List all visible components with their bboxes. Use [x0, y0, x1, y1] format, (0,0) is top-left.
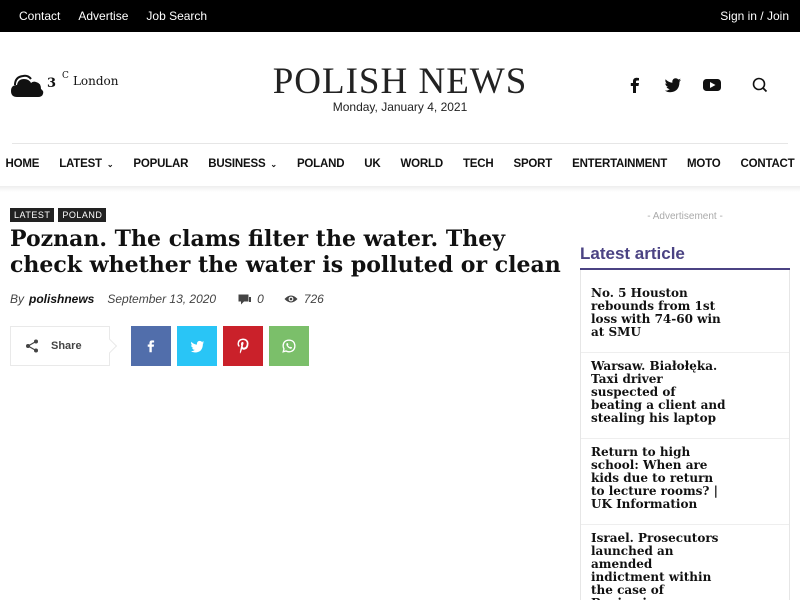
nav-entertainment[interactable]: ENTERTAINMENT: [562, 158, 677, 170]
twitter-share-button[interactable]: [177, 326, 217, 366]
nav-sport[interactable]: SPORT: [503, 158, 562, 170]
article-tags: LATEST POLAND: [10, 208, 107, 222]
nav-tech[interactable]: TECH: [453, 158, 504, 170]
article-date: September 13, 2020: [107, 292, 217, 306]
twitter-icon[interactable]: [664, 76, 682, 94]
sign-in-link[interactable]: Sign in / Join: [720, 9, 789, 23]
social-icons: [626, 76, 774, 94]
whatsapp-icon: [282, 339, 296, 353]
view-count: 726: [303, 292, 324, 306]
divider: [581, 438, 789, 439]
youtube-icon[interactable]: [702, 76, 722, 94]
nav-latest[interactable]: LATEST ⌄: [49, 158, 123, 170]
divider: [581, 524, 789, 525]
eye-icon: [284, 295, 298, 303]
tag-poland[interactable]: POLAND: [58, 208, 107, 222]
share-label: Share: [51, 340, 82, 352]
advertisement-label: - Advertisement -: [647, 211, 723, 222]
facebook-icon[interactable]: [626, 76, 644, 94]
top-links: Contact Advertise Job Search: [19, 9, 207, 23]
comment-icon[interactable]: [238, 294, 252, 305]
by-label: By: [10, 292, 25, 306]
latest-article-item[interactable]: Israel. Prosecutors launched an amended …: [591, 532, 726, 600]
author-link[interactable]: polishnews: [29, 292, 94, 306]
nav-moto[interactable]: MOTO: [677, 158, 731, 170]
contact-link[interactable]: Contact: [19, 9, 60, 23]
pinterest-share-button[interactable]: [223, 326, 263, 366]
advertise-link[interactable]: Advertise: [78, 9, 128, 23]
nav-poland[interactable]: POLAND: [287, 158, 354, 170]
chevron-down-icon: ⌄: [270, 159, 277, 169]
article-meta: By polishnews September 13, 2020 0 726: [10, 292, 324, 306]
divider: [581, 352, 789, 353]
nav-uk[interactable]: UK: [354, 158, 390, 170]
whatsapp-share-button[interactable]: [269, 326, 309, 366]
nav-business[interactable]: BUSINESS ⌄: [198, 158, 287, 170]
latest-article-heading: Latest article: [580, 244, 685, 263]
nav-popular[interactable]: POPULAR: [123, 158, 198, 170]
top-bar: Contact Advertise Job Search Sign in / J…: [0, 0, 800, 32]
search-icon[interactable]: [750, 76, 774, 94]
header-date: Monday, January 4, 2021: [332, 100, 468, 114]
nav-home[interactable]: HOME: [0, 158, 49, 170]
nav-contact[interactable]: CONTACT: [731, 158, 800, 170]
header-divider: [12, 143, 788, 144]
job-search-link[interactable]: Job Search: [146, 9, 207, 23]
comment-count[interactable]: 0: [257, 292, 264, 306]
chevron-down-icon: ⌄: [106, 159, 114, 169]
tag-latest[interactable]: LATEST: [10, 208, 55, 222]
twitter-icon: [190, 340, 204, 352]
facebook-share-button[interactable]: [131, 326, 171, 366]
latest-article-item[interactable]: No. 5 Houston rebounds from 1st loss wit…: [591, 287, 726, 339]
nav-shadow: [0, 186, 800, 192]
share-toggle[interactable]: Share: [10, 326, 118, 366]
pinterest-icon: [237, 338, 249, 354]
facebook-icon: [147, 340, 155, 353]
article-title: Poznan. The clams filter the water. They…: [10, 226, 561, 278]
main-nav: HOME LATEST ⌄ POPULAR BUSINESS ⌄ POLAND UK…: [0, 158, 800, 170]
latest-article-item[interactable]: Warsaw. Białołęka. Taxi driver suspected…: [591, 360, 726, 425]
latest-article-item[interactable]: Return to high school: When are kids due…: [591, 446, 726, 511]
share-icon: [26, 339, 38, 353]
nav-world[interactable]: WORLD: [391, 158, 453, 170]
